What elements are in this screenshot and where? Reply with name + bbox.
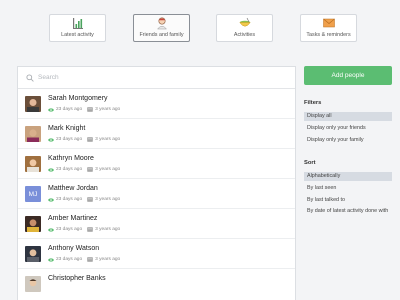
last-talked: 3 years ago — [95, 197, 121, 202]
last-talked: 3 years ago — [95, 257, 121, 262]
eye-icon — [48, 167, 54, 172]
search-bar — [18, 67, 295, 89]
bar-chart-icon — [72, 18, 83, 29]
add-people-button[interactable]: Add people — [304, 66, 392, 85]
person-row[interactable]: Christopher Banks — [18, 269, 295, 299]
tab-label: Latest activity — [61, 32, 94, 38]
person-row[interactable]: Kathryn Moore 23 days ago 3 years ago — [18, 149, 295, 179]
activity-meta: 23 days ago 3 years ago — [48, 226, 120, 233]
person-name: Amber Martinez — [48, 215, 98, 222]
chat-icon — [87, 257, 93, 262]
person-row[interactable]: Anthony Watson 23 days ago 3 years ago — [18, 239, 295, 269]
last-seen: 23 days ago — [56, 197, 83, 202]
person-name: Mark Knight — [48, 125, 86, 132]
filter-option-family[interactable]: Display only your family — [304, 136, 392, 145]
tab-label: Tasks & reminders — [306, 32, 351, 38]
person-row[interactable]: Sarah Montgomery 23 days ago 3 years ago — [18, 89, 295, 119]
avatar — [25, 216, 41, 232]
activity-meta: 23 days ago 3 years ago — [48, 106, 120, 113]
sort-option-latest-activity[interactable]: By date of latest activity done with — [304, 208, 392, 224]
activity-meta: 23 days ago 3 years ago — [48, 166, 120, 173]
sort-option-last-seen[interactable]: By last seen — [304, 184, 392, 193]
tab-friends-and-family[interactable]: Friends and family — [133, 14, 190, 42]
people-panel: Sarah Montgomery 23 days ago 3 years ago… — [17, 66, 296, 300]
bowl-icon — [238, 17, 251, 27]
search-icon — [26, 73, 34, 82]
search-input[interactable] — [38, 74, 238, 81]
last-talked: 3 years ago — [95, 227, 121, 232]
avatar — [25, 156, 41, 172]
eye-icon — [48, 137, 54, 142]
avatar — [25, 246, 41, 262]
tab-label: Activities — [233, 32, 256, 38]
sort-option-alphabetical[interactable]: Alphabetically — [304, 172, 392, 181]
tab-latest-activity[interactable]: Latest activity — [49, 14, 106, 42]
sort-option-last-talked[interactable]: By last talked to — [304, 196, 392, 205]
filter-option-all[interactable]: Display all — [304, 112, 392, 121]
person-row[interactable]: Amber Martinez 23 days ago 3 years ago — [18, 209, 295, 239]
eye-icon — [48, 197, 54, 202]
person-name: Matthew Jordan — [48, 185, 98, 192]
activity-meta: 23 days ago 3 years ago — [48, 256, 120, 263]
tab-activities[interactable]: Activities — [216, 14, 273, 42]
chat-icon — [87, 137, 93, 142]
eye-icon — [48, 227, 54, 232]
last-talked: 3 years ago — [95, 167, 121, 172]
last-talked: 3 years ago — [95, 137, 121, 142]
avatar — [25, 276, 41, 292]
activity-meta: 23 days ago 3 years ago — [48, 196, 120, 203]
main-tabs: Latest activity Friends and family Activ… — [0, 14, 400, 44]
chat-icon — [87, 107, 93, 112]
eye-icon — [48, 107, 54, 112]
avatar-initials: MJ — [25, 186, 41, 202]
tab-label: Friends and family — [139, 32, 184, 38]
avatar — [25, 126, 41, 142]
eye-icon — [48, 257, 54, 262]
person-row[interactable]: MJ Matthew Jordan 23 days ago 3 years ag… — [18, 179, 295, 209]
person-name: Kathryn Moore — [48, 155, 94, 162]
person-row[interactable]: Mark Knight 23 days ago 3 years ago — [18, 119, 295, 149]
tab-tasks-reminders[interactable]: Tasks & reminders — [300, 14, 357, 42]
last-seen: 23 days ago — [56, 167, 83, 172]
people-icon — [156, 17, 167, 30]
last-seen: 23 days ago — [56, 107, 83, 112]
last-seen: 23 days ago — [56, 137, 83, 142]
last-talked: 3 years ago — [95, 107, 121, 112]
person-name: Anthony Watson — [48, 245, 100, 252]
person-name: Sarah Montgomery — [48, 95, 108, 102]
person-name: Christopher Banks — [48, 275, 106, 282]
last-seen: 23 days ago — [56, 227, 83, 232]
chat-icon — [87, 167, 93, 172]
envelope-icon — [322, 18, 335, 28]
last-seen: 23 days ago — [56, 257, 83, 262]
filters-heading: Filters — [304, 100, 322, 106]
filter-option-friends[interactable]: Display only your friends — [304, 124, 392, 133]
avatar — [25, 96, 41, 112]
chat-icon — [87, 227, 93, 232]
sort-heading: Sort — [304, 160, 316, 166]
chat-icon — [87, 197, 93, 202]
activity-meta: 23 days ago 3 years ago — [48, 136, 120, 143]
